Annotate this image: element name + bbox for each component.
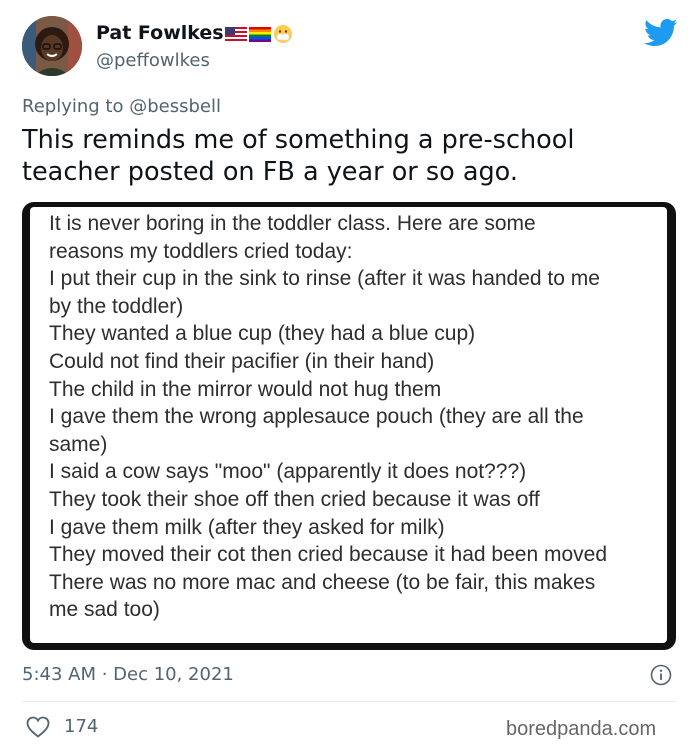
heart-icon[interactable] [26, 716, 50, 738]
media-text-line: by the toddler) [49, 294, 184, 318]
author-name[interactable]: Pat Fowlkes [96, 22, 224, 44]
media-text-line: They took their shoe off then cried beca… [49, 487, 540, 511]
rainbow-flag-icon [249, 26, 271, 42]
replying-to: Replying to @bessbell [22, 96, 221, 117]
media-text-line: They moved their cot then cried because … [49, 543, 607, 567]
media-text-line: It is never boring in the toddler class.… [49, 212, 536, 235]
media-text-line: same) [49, 432, 108, 456]
reply-mention-link[interactable]: @bessbell [129, 96, 221, 117]
name-emojis [225, 24, 293, 44]
media-text: It is never boring in the toddler class.… [49, 210, 607, 624]
media-text-line: I said a cow says "moo" (apparently it d… [49, 460, 527, 484]
media-text-line: I gave them the wrong applesauce pouch (… [49, 405, 584, 429]
replying-to-label: Replying to [22, 96, 124, 117]
media-text-line: reasons my toddlers cried today: [49, 239, 353, 263]
media-text-line: me sad too) [49, 598, 160, 622]
media-text-line: Could not find their pacifier (in their … [49, 349, 435, 373]
divider [22, 701, 676, 702]
info-icon[interactable] [650, 664, 672, 686]
tweet-text: This reminds me of something a pre-schoo… [22, 125, 575, 187]
media-text-line: There was no more mac and cheese (to be … [49, 570, 596, 594]
media-text-line: I put their cup in the sink to rinse (af… [49, 267, 600, 291]
author-handle[interactable]: @peffowlkes [96, 50, 210, 71]
avatar[interactable] [22, 16, 82, 76]
media-text-line: I gave them milk (after they asked for m… [49, 515, 445, 539]
like-count[interactable]: 174 [64, 716, 98, 737]
media-text-line: The child in the mirror would not hug th… [49, 377, 442, 401]
avatar-image [22, 16, 82, 76]
us-flag-icon [225, 26, 247, 42]
twitter-bird-icon[interactable] [644, 18, 678, 48]
mask-face-icon [274, 25, 292, 43]
watermark: boredpanda.com [506, 718, 657, 740]
media-text-line: They wanted a blue cup (they had a blue … [49, 322, 476, 346]
tweet-timestamp[interactable]: 5:43 AM · Dec 10, 2021 [22, 664, 234, 685]
